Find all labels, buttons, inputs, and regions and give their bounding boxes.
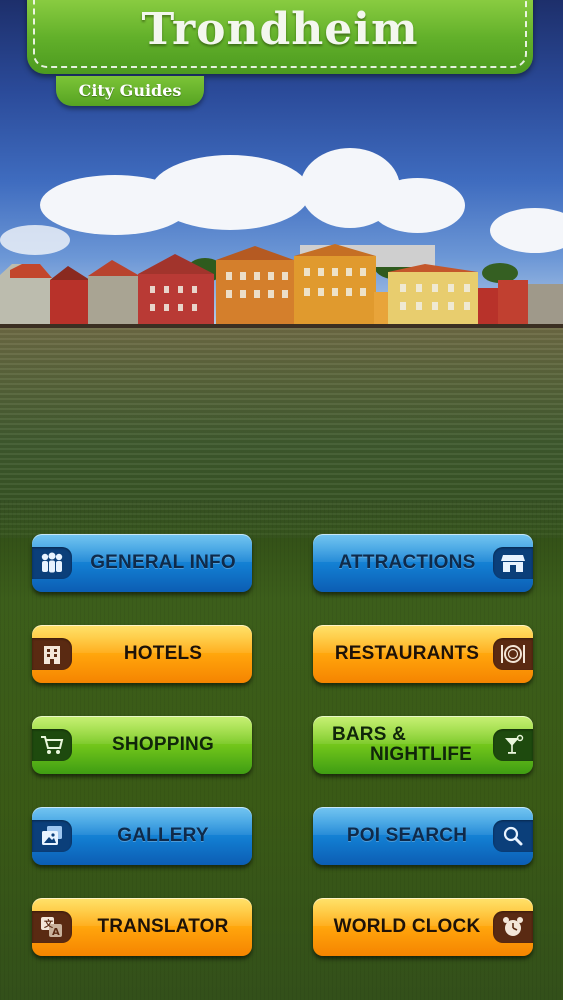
attractions-label: ATTRACTIONS	[338, 552, 476, 573]
shopping-button[interactable]: SHOPPING	[32, 716, 252, 774]
bars-nightlife-label-line1: BARS &	[331, 724, 407, 745]
world-clock-button[interactable]: WORLD CLOCK	[313, 898, 533, 956]
translator-button[interactable]: 文 A TRANSLATOR	[32, 898, 252, 956]
restaurants-label: RESTAURANTS	[334, 643, 480, 664]
poi-search-label: POI SEARCH	[346, 825, 468, 846]
general-info-label: GENERAL INFO	[90, 552, 236, 573]
svg-text:A: A	[52, 927, 60, 938]
bars-nightlife-button[interactable]: BARS & NIGHTLIFE	[313, 716, 533, 774]
cloud	[370, 178, 465, 233]
wharf-houses	[0, 244, 563, 330]
hotels-button[interactable]: HOTELS	[32, 625, 252, 683]
people-icon	[32, 547, 72, 579]
shopping-cart-icon	[32, 729, 72, 761]
subtitle-tab: City Guides	[56, 76, 204, 106]
hotel-building-icon	[32, 638, 72, 670]
general-info-button[interactable]: GENERAL INFO	[32, 534, 252, 592]
magnifier-icon	[493, 820, 533, 852]
header-banner: Trondheim	[27, 0, 533, 74]
hotels-label: HOTELS	[123, 643, 203, 664]
photo-gallery-icon	[32, 820, 72, 852]
cocktail-icon	[493, 729, 533, 761]
gallery-label: GALLERY	[117, 825, 209, 846]
world-clock-label: WORLD CLOCK	[333, 916, 481, 937]
attractions-button[interactable]: ATTRACTIONS	[313, 534, 533, 592]
poi-search-button[interactable]: POI SEARCH	[313, 807, 533, 865]
app-title: Trondheim	[141, 4, 419, 55]
storefront-icon	[493, 547, 533, 579]
restaurants-button[interactable]: RESTAURANTS	[313, 625, 533, 683]
shopping-label: SHOPPING	[112, 734, 214, 755]
cloud	[150, 155, 310, 230]
translate-icon: 文 A	[32, 911, 72, 943]
gallery-button[interactable]: GALLERY	[32, 807, 252, 865]
alarm-clock-icon	[493, 911, 533, 943]
app-subtitle: City Guides	[78, 81, 182, 100]
bars-nightlife-label-line2: NIGHTLIFE	[369, 744, 473, 765]
plate-cutlery-icon	[493, 638, 533, 670]
translator-label: TRANSLATOR	[97, 916, 229, 937]
